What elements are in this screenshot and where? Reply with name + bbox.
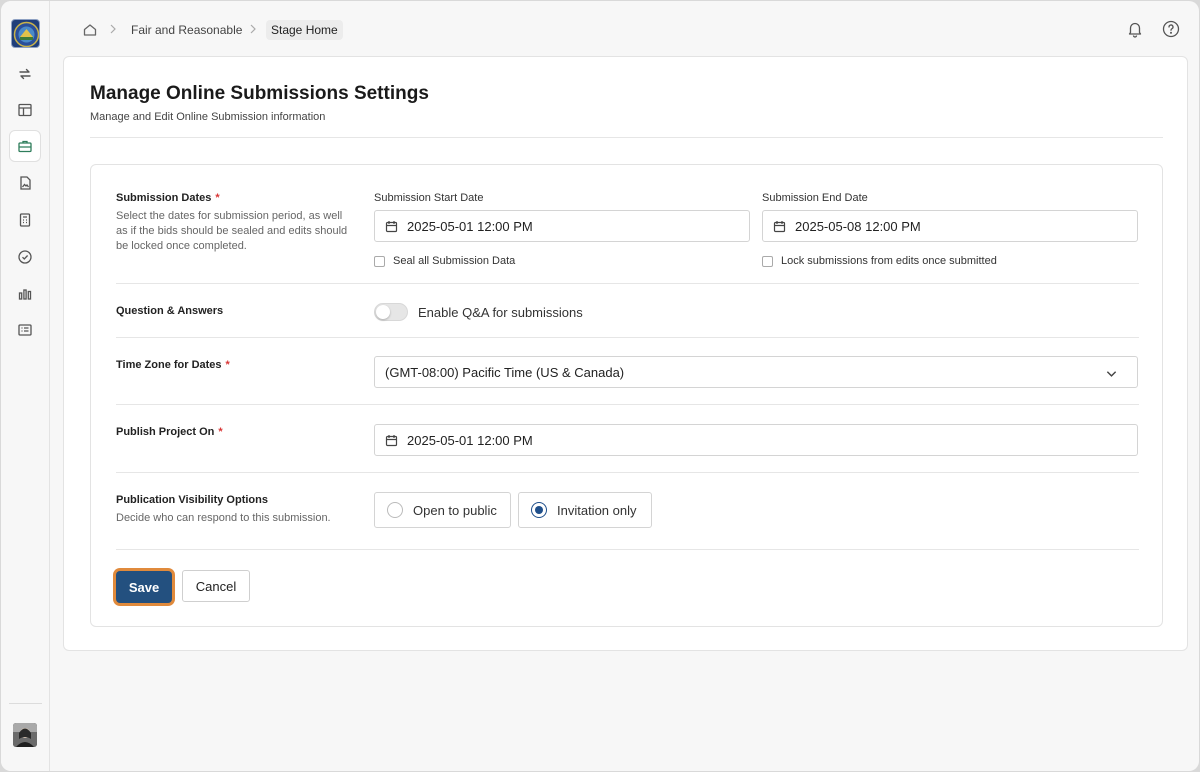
sidebar-divider (9, 703, 42, 704)
start-date-value: 2025-05-01 12:00 PM (407, 218, 533, 234)
breadcrumb-stage-home[interactable]: Stage Home (266, 20, 343, 40)
sidebar-item-calculator[interactable] (9, 204, 41, 236)
settings-card: Manage Online Submissions Settings Manag… (63, 56, 1188, 651)
chevron-right-icon (110, 24, 116, 34)
bell-icon[interactable] (1126, 20, 1144, 38)
publish-date-value: 2025-05-01 12:00 PM (407, 432, 533, 448)
sidebar-item-transfers[interactable] (9, 58, 41, 90)
app-window: Fair and Reasonable Stage Home Manage On… (1, 1, 1199, 771)
visibility-option-public[interactable]: Open to public (374, 492, 511, 528)
timezone-select[interactable]: (GMT-08:00) Pacific Time (US & Canada) (374, 356, 1138, 388)
start-date-input[interactable]: 2025-05-01 12:00 PM (374, 210, 750, 242)
sidebar-item-reports[interactable] (9, 278, 41, 310)
row-divider (116, 472, 1139, 473)
required-mark: * (225, 359, 230, 371)
qa-label: Question & Answers (116, 305, 224, 317)
radio-button-selected[interactable] (531, 502, 547, 518)
timezone-label: Time Zone for Dates * (116, 359, 230, 371)
end-date-value: 2025-05-08 12:00 PM (795, 218, 921, 234)
required-mark: * (218, 426, 223, 438)
start-date-label: Submission Start Date (374, 192, 484, 204)
end-date-label: Submission End Date (762, 192, 868, 204)
calculator-icon (19, 213, 31, 227)
calendar-icon (385, 434, 398, 446)
publish-date-input[interactable]: 2025-05-01 12:00 PM (374, 424, 1138, 456)
submission-dates-help: Select the dates for submission period, … (116, 210, 348, 252)
row-divider (116, 283, 1139, 284)
breadcrumb-fair-and-reasonable[interactable]: Fair and Reasonable (131, 23, 242, 37)
sidebar-item-projects[interactable] (9, 130, 41, 162)
org-logo[interactable] (11, 19, 40, 48)
sidebar-item-approvals[interactable] (9, 241, 41, 273)
check-circle-icon (18, 250, 32, 264)
calendar-icon (773, 220, 786, 232)
chevron-right-icon (250, 24, 256, 34)
calendar-icon (385, 220, 398, 232)
option-label: Invitation only (557, 502, 637, 518)
bar-chart-icon (18, 289, 32, 300)
user-avatar[interactable] (13, 723, 37, 747)
lock-edits-label: Lock submissions from edits once submitt… (781, 255, 997, 267)
chevron-down-icon (1106, 371, 1117, 377)
page-subtitle: Manage and Edit Online Submission inform… (90, 111, 326, 123)
cancel-button[interactable]: Cancel (182, 570, 250, 602)
top-bar: Fair and Reasonable Stage Home (51, 1, 1199, 57)
row-divider (116, 337, 1139, 338)
document-image-icon (20, 176, 31, 190)
qa-toggle-label: Enable Q&A for submissions (418, 305, 583, 320)
home-icon[interactable] (82, 22, 98, 38)
save-button[interactable]: Save (116, 571, 172, 603)
required-mark: * (215, 192, 220, 204)
visibility-label: Publication Visibility Options (116, 494, 268, 506)
sidebar-item-documents[interactable] (9, 167, 41, 199)
help-icon[interactable] (1162, 20, 1180, 38)
page-title: Manage Online Submissions Settings (90, 83, 429, 104)
timezone-value: (GMT-08:00) Pacific Time (US & Canada) (385, 364, 625, 380)
settings-form: Submission Dates * Select the dates for s… (90, 164, 1163, 627)
layout-icon (18, 103, 32, 117)
form-list-icon (18, 324, 32, 336)
visibility-help: Decide who can respond to this submissio… (116, 512, 331, 524)
seal-data-label: Seal all Submission Data (393, 255, 516, 267)
header-divider (90, 137, 1163, 138)
toggle-knob (376, 305, 390, 319)
submission-dates-label: Submission Dates * (116, 192, 220, 204)
sidebar-item-layout[interactable] (9, 94, 41, 126)
row-divider (116, 549, 1139, 550)
arrows-swap-icon (19, 68, 31, 80)
sidebar (1, 1, 50, 771)
option-label: Open to public (413, 502, 497, 518)
qa-toggle[interactable] (374, 303, 408, 321)
row-divider (116, 404, 1139, 405)
end-date-input[interactable]: 2025-05-08 12:00 PM (762, 210, 1138, 242)
visibility-option-invitation[interactable]: Invitation only (518, 492, 652, 528)
sidebar-item-forms[interactable] (9, 314, 41, 346)
radio-button[interactable] (387, 502, 403, 518)
lock-edits-checkbox[interactable]: Lock submissions from edits once submitt… (762, 255, 997, 267)
checkbox-box[interactable] (374, 255, 385, 267)
seal-data-checkbox[interactable]: Seal all Submission Data (374, 255, 515, 267)
checkbox-box[interactable] (762, 255, 773, 267)
publish-label: Publish Project On * (116, 426, 223, 438)
briefcase-icon (18, 140, 32, 153)
